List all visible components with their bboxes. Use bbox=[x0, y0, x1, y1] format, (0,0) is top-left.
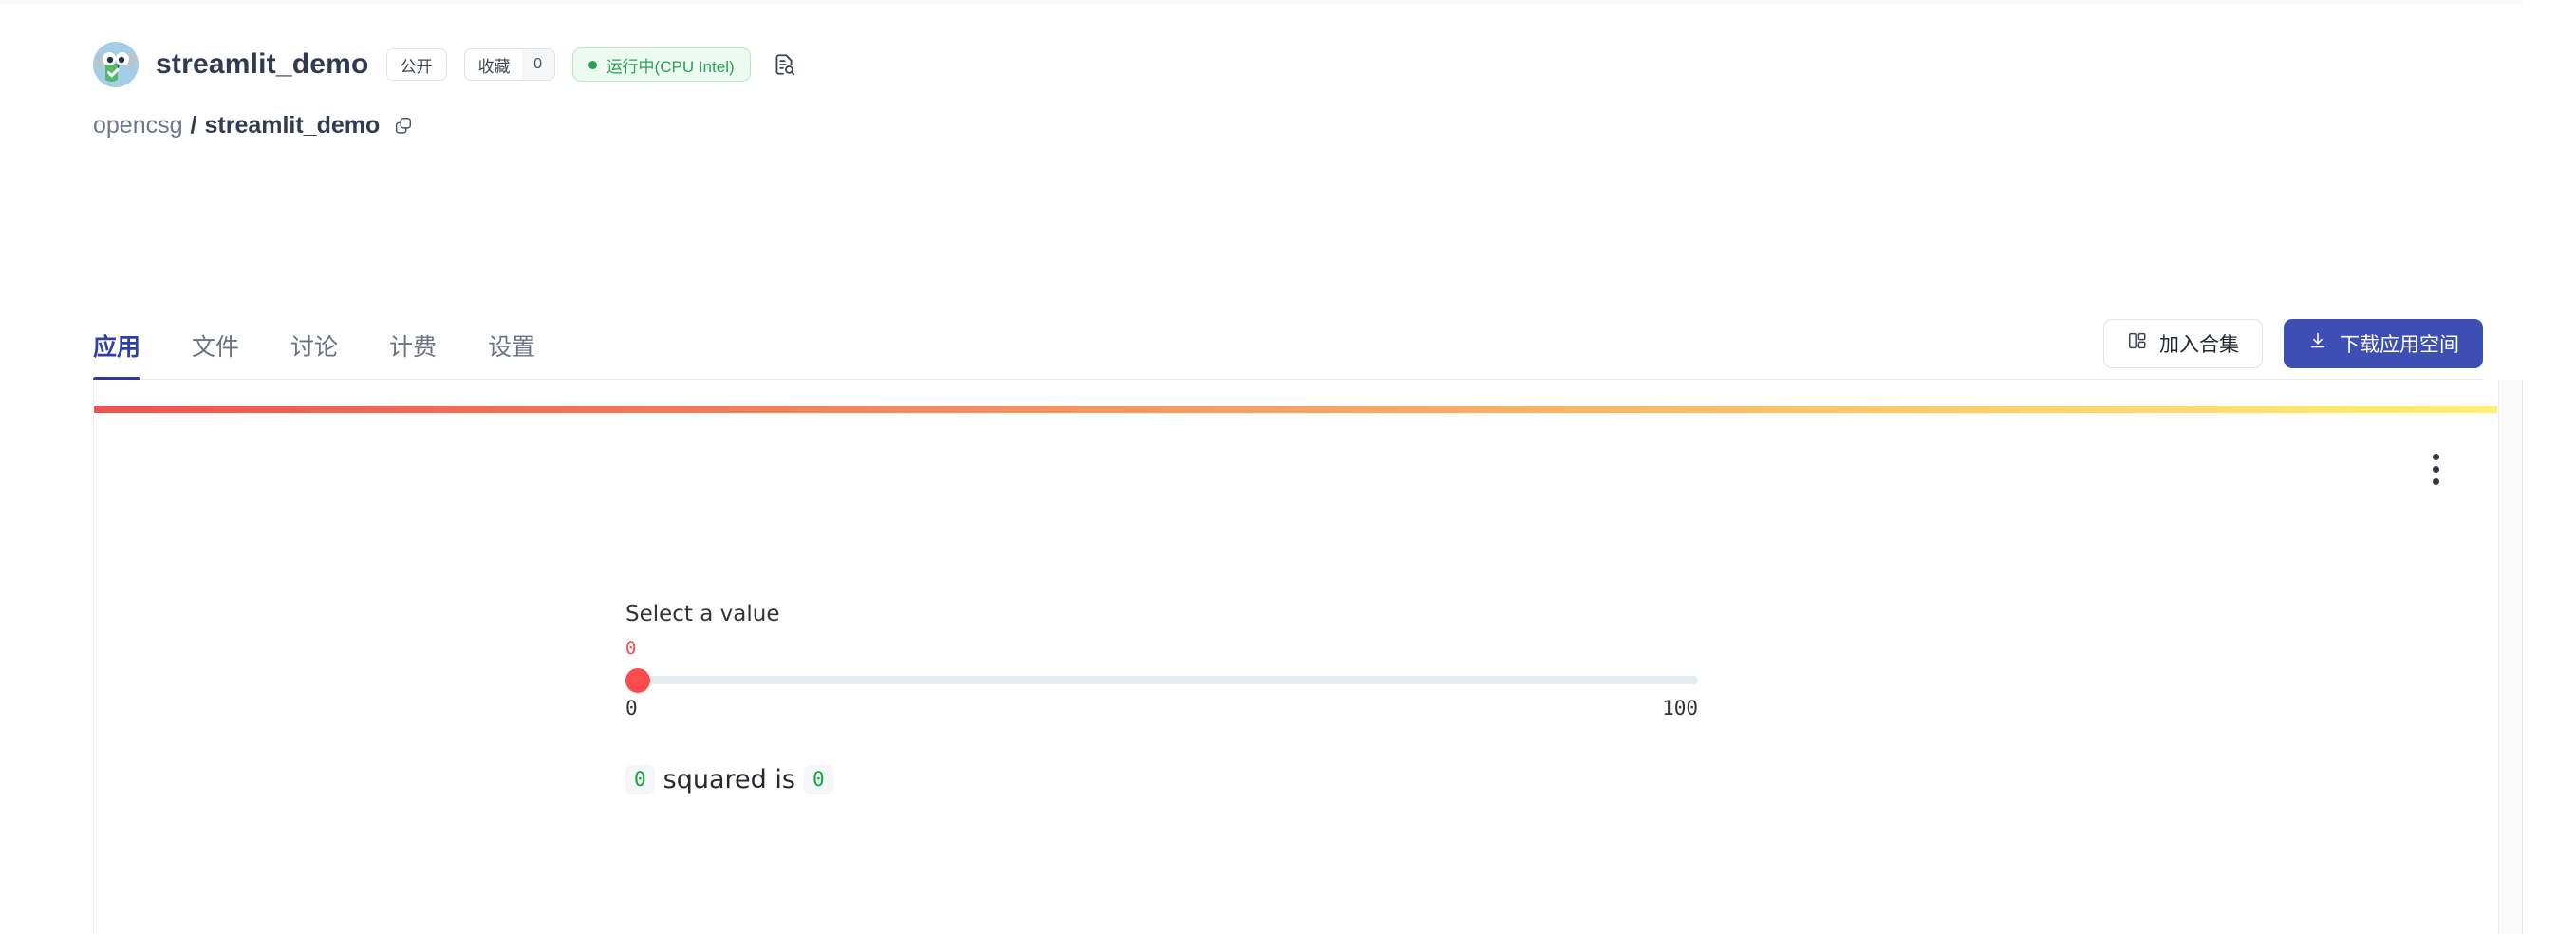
tab-billing[interactable]: 计费 bbox=[389, 328, 437, 382]
window-top-edge bbox=[0, 0, 2576, 4]
app-gradient-bar bbox=[94, 406, 2497, 413]
result-middle-text: squared is bbox=[663, 765, 795, 794]
kebab-dot bbox=[2433, 466, 2439, 473]
repo-avatar bbox=[93, 42, 139, 87]
stars-tag[interactable]: 收藏 0 bbox=[463, 48, 555, 81]
breadcrumb: opencsg / streamlit_demo bbox=[93, 112, 2576, 140]
status-text: 运行中(CPU Intel) bbox=[606, 57, 735, 76]
status-dot-icon bbox=[588, 60, 597, 69]
slider-ticks: 0 100 bbox=[625, 697, 1698, 719]
slider-widget-block: Select a value 0 0 100 0 squared is 0 bbox=[625, 602, 1973, 794]
visibility-tag: 公开 bbox=[385, 48, 447, 81]
repo-header: streamlit_demo 公开 收藏 0 运行中(CPU Intel) op… bbox=[0, 0, 2576, 140]
result-text: 0 squared is 0 bbox=[625, 765, 1973, 794]
stars-count: 0 bbox=[521, 49, 554, 80]
slider-track[interactable] bbox=[625, 676, 1698, 684]
streamlit-app-frame: Select a value 0 0 100 0 squared is 0 bbox=[93, 380, 2498, 934]
add-to-collection-label: 加入合集 bbox=[2159, 334, 2239, 356]
stars-label: 收藏 bbox=[477, 57, 511, 76]
tab-files[interactable]: 文件 bbox=[192, 328, 239, 382]
breadcrumb-repo-name[interactable]: streamlit_demo bbox=[204, 112, 380, 140]
slider-label: Select a value bbox=[625, 602, 780, 626]
slider-max-label: 100 bbox=[1662, 697, 1698, 719]
tabs-bar: 应用 文件 讨论 计费 设置 加入合集 下载应用空间 bbox=[0, 296, 2576, 382]
slider-thumb[interactable] bbox=[625, 668, 650, 693]
result-input-code: 0 bbox=[625, 765, 655, 794]
kebab-dot bbox=[2433, 478, 2439, 485]
download-space-button[interactable]: 下载应用空间 bbox=[2284, 319, 2483, 368]
result-output-code: 0 bbox=[803, 765, 833, 794]
breadcrumb-owner[interactable]: opencsg bbox=[93, 112, 183, 140]
kebab-menu-icon[interactable] bbox=[2427, 448, 2445, 491]
page-right-margin bbox=[2523, 0, 2576, 934]
slider-min-label: 0 bbox=[625, 697, 638, 719]
value-slider[interactable]: 0 0 100 bbox=[625, 638, 1973, 719]
gopher-shield-avatar-icon bbox=[93, 42, 139, 87]
document-search-icon[interactable] bbox=[768, 48, 800, 81]
tab-discussions[interactable]: 讨论 bbox=[290, 328, 338, 382]
kebab-dot bbox=[2433, 454, 2439, 460]
app-scrollbar[interactable] bbox=[2498, 380, 2523, 934]
tabs-list: 应用 文件 讨论 计费 设置 bbox=[93, 296, 535, 382]
breadcrumb-separator: / bbox=[190, 112, 197, 139]
tab-apps[interactable]: 应用 bbox=[93, 328, 141, 382]
tab-settings[interactable]: 设置 bbox=[488, 328, 535, 382]
page-title: streamlit_demo bbox=[156, 48, 369, 80]
download-space-label: 下载应用空间 bbox=[2340, 334, 2459, 356]
copy-icon[interactable] bbox=[393, 116, 414, 137]
header-actions: 加入合集 下载应用空间 bbox=[2103, 319, 2483, 382]
slider-current-value: 0 bbox=[625, 638, 637, 659]
add-to-collection-button[interactable]: 加入合集 bbox=[2103, 319, 2263, 368]
repo-title-row: streamlit_demo 公开 收藏 0 运行中(CPU Intel) bbox=[93, 38, 2576, 91]
status-badge: 运行中(CPU Intel) bbox=[571, 47, 751, 82]
download-icon bbox=[2307, 330, 2328, 357]
collection-layout-icon bbox=[2127, 330, 2148, 357]
